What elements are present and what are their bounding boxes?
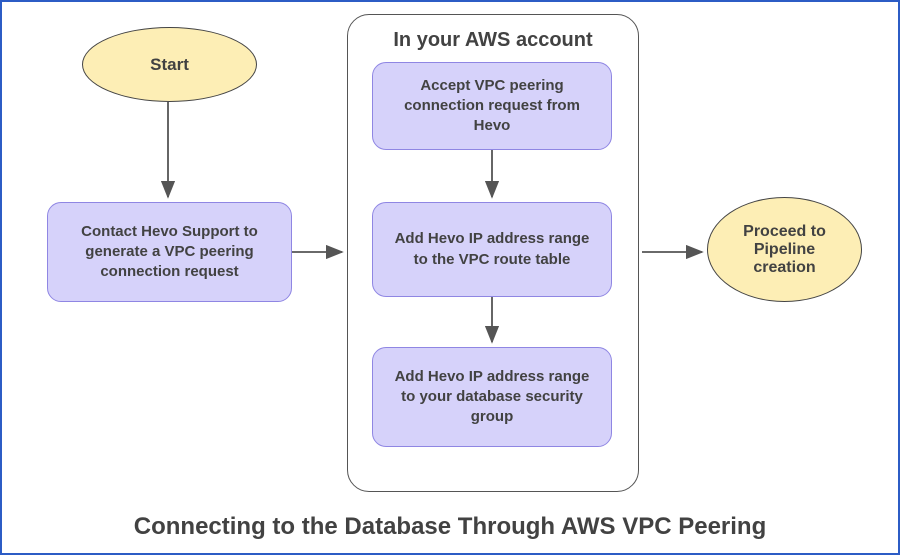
aws-frame-title: In your AWS account: [348, 29, 638, 52]
start-label: Start: [150, 55, 189, 75]
step2-label: Accept VPC peering connection request fr…: [391, 76, 593, 137]
step3-label: Add Hevo IP address range to the VPC rou…: [391, 229, 593, 270]
diagram-canvas: Start Contact Hevo Support to generate a…: [0, 0, 900, 555]
step-accept-peering: Accept VPC peering connection request fr…: [372, 62, 612, 150]
step1-label: Contact Hevo Support to generate a VPC p…: [66, 222, 273, 283]
end-label: Proceed to Pipeline creation: [722, 223, 847, 277]
end-node: Proceed to Pipeline creation: [707, 197, 862, 302]
diagram-caption: Connecting to the Database Through AWS V…: [2, 513, 898, 541]
step-add-route-table: Add Hevo IP address range to the VPC rou…: [372, 202, 612, 297]
step-contact-hevo: Contact Hevo Support to generate a VPC p…: [47, 202, 292, 302]
step4-label: Add Hevo IP address range to your databa…: [391, 367, 593, 428]
start-node: Start: [82, 27, 257, 102]
step-add-security-group: Add Hevo IP address range to your databa…: [372, 347, 612, 447]
